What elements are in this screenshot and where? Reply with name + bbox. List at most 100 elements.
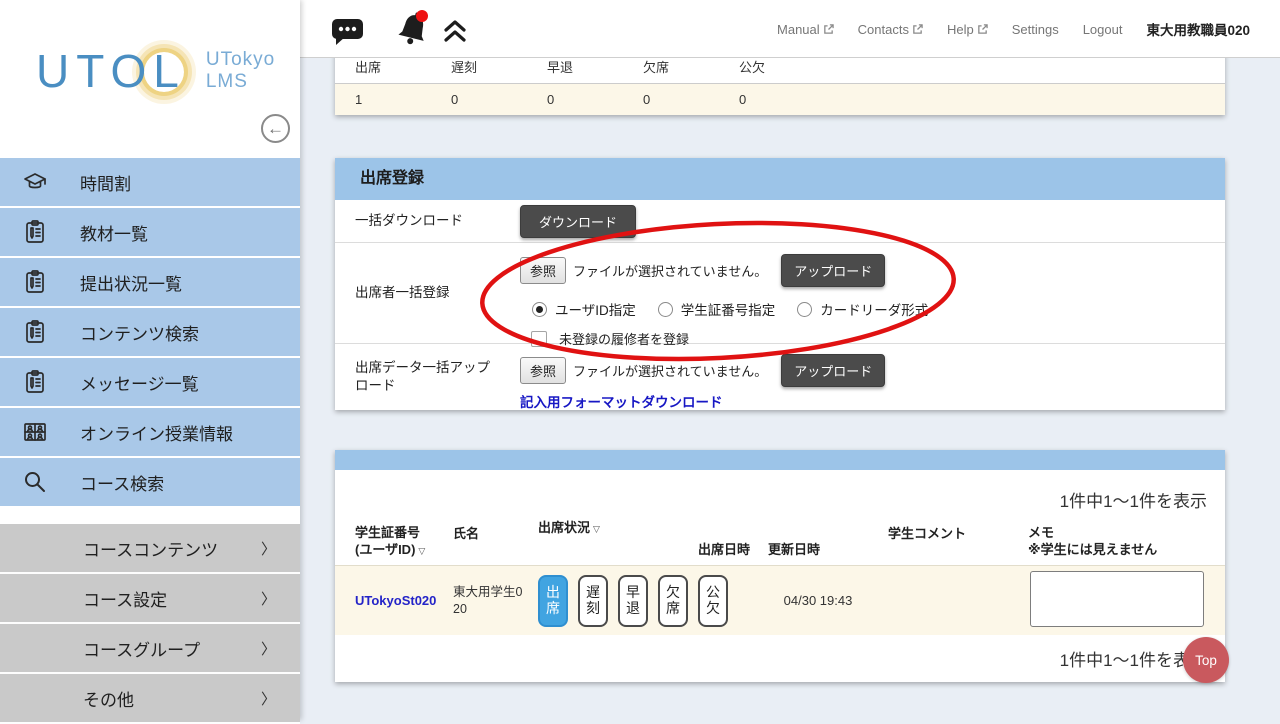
radio-label[interactable]: ユーザID指定 bbox=[555, 299, 636, 319]
clipboard-icon bbox=[26, 270, 44, 293]
main-content: 出席 遅刻 早退 欠席 公欠 1 0 0 0 0 出席登録 一括ダウンロード ダ… bbox=[300, 58, 1280, 720]
table-column-headers: 学生証番号 (ユーザID) ▽ 氏名 出席状況 ▽ 出席日時 更新日時 学生コメント… bbox=[335, 514, 1225, 565]
settings-link[interactable]: Settings bbox=[1012, 22, 1059, 37]
bulk-download-row: 一括ダウンロード ダウンロード bbox=[335, 200, 1225, 243]
radio-student-number[interactable] bbox=[657, 301, 673, 317]
sidebar-item-label: 教材一覧 bbox=[80, 224, 148, 244]
clipboard-icon bbox=[26, 220, 44, 243]
sidebar-item-course-settings[interactable]: コース設定 〉 bbox=[0, 574, 300, 624]
column-header-student-id[interactable]: 学生証番号 (ユーザID) ▽ bbox=[335, 514, 443, 565]
column-header-attended-at: 出席日時 bbox=[698, 542, 751, 558]
sidebar-item-others[interactable]: その他 〉 bbox=[0, 674, 300, 724]
utol-logo[interactable]: UTOL UTokyo LMS bbox=[36, 44, 275, 98]
sidebar-item-course-contents[interactable]: コースコンテンツ 〉 bbox=[0, 524, 300, 574]
summary-header: 遅刻 bbox=[451, 60, 478, 75]
search-icon bbox=[25, 472, 45, 492]
graduation-cap-icon bbox=[24, 173, 46, 189]
status-button-absent[interactable]: 欠席 bbox=[658, 574, 688, 627]
logo-subtitle: UTokyo LMS bbox=[205, 49, 276, 92]
memo-cell bbox=[1018, 571, 1225, 630]
sidebar-item-label: メッセージ一覧 bbox=[80, 374, 199, 394]
status-button-early-leave[interactable]: 早退 bbox=[618, 574, 648, 627]
sort-icon[interactable]: ▽ bbox=[418, 546, 425, 556]
sidebar-item-course-search[interactable]: コース検索 bbox=[0, 458, 300, 508]
radio-label[interactable]: カードリーダ形式 bbox=[820, 299, 928, 319]
logout-link[interactable]: Logout bbox=[1083, 22, 1123, 37]
collapse-up-icon[interactable] bbox=[441, 18, 469, 44]
sort-icon[interactable]: ▽ bbox=[593, 524, 600, 534]
radio-label[interactable]: 学生証番号指定 bbox=[681, 299, 776, 319]
chevron-right-icon: 〉 bbox=[260, 640, 276, 658]
table-header-bar bbox=[335, 450, 1225, 470]
status-button-present[interactable]: 出席 bbox=[538, 574, 568, 627]
sidebar-item-label: コース検索 bbox=[80, 474, 165, 494]
sidebar-item-timetable[interactable]: 時間割 bbox=[0, 158, 300, 208]
summary-value: 0 bbox=[547, 92, 555, 107]
summary-header: 出席 bbox=[355, 60, 382, 75]
attendance-data-upload-row: 出席データ一括アップロード 参照 ファイルが選択されていません。 アップロード … bbox=[335, 344, 1225, 410]
sidebar-divider bbox=[0, 508, 300, 524]
summary-value-row: 1 0 0 0 0 bbox=[335, 84, 1225, 115]
attendance-summary-table: 出席 遅刻 早退 欠席 公欠 1 0 0 0 0 bbox=[335, 58, 1225, 115]
attendance-register-panel: 出席登録 一括ダウンロード ダウンロード 出席者一括登録 参照 ファイルが選択さ… bbox=[335, 158, 1225, 410]
chat-icon[interactable] bbox=[330, 16, 366, 46]
attendee-bulk-register-row: 出席者一括登録 参照 ファイルが選択されていません。 アップロード ユーザID指… bbox=[335, 243, 1225, 347]
summary-value: 0 bbox=[451, 92, 459, 107]
current-user-name: 東大用教職員020 bbox=[1146, 23, 1250, 38]
no-file-selected-text: ファイルが選択されていません。 bbox=[573, 364, 768, 379]
contacts-link[interactable]: Contacts bbox=[858, 22, 923, 37]
topbar: Manual Contacts Help Settings Logout 東大用… bbox=[300, 0, 1280, 58]
chevron-right-icon: 〉 bbox=[260, 590, 276, 608]
notifications-bell-icon[interactable] bbox=[393, 8, 433, 50]
external-link-icon bbox=[977, 23, 988, 34]
format-download-link[interactable]: 記入用フォーマットダウンロード bbox=[520, 391, 723, 411]
memo-textarea[interactable] bbox=[1030, 571, 1204, 627]
sidebar-collapse-button[interactable]: ← bbox=[261, 114, 290, 143]
sidebar-item-content-search[interactable]: コンテンツ検索 bbox=[0, 308, 300, 358]
chevron-right-icon: 〉 bbox=[260, 690, 276, 708]
status-button-late[interactable]: 遅刻 bbox=[578, 574, 608, 627]
no-file-selected-text: ファイルが選択されていません。 bbox=[573, 264, 768, 279]
column-header-name: 氏名 bbox=[453, 525, 480, 541]
row-label: 一括ダウンロード bbox=[355, 212, 463, 228]
result-count-bottom: 1件中1〜1件を表示 bbox=[1059, 651, 1207, 670]
help-link[interactable]: Help bbox=[947, 22, 988, 37]
upload-button[interactable]: アップロード bbox=[781, 254, 886, 287]
download-button[interactable]: ダウンロード bbox=[520, 205, 636, 238]
student-id-link[interactable]: UTokyoSt020 bbox=[355, 593, 436, 608]
column-header-memo: メモ ※学生には見えません bbox=[1028, 524, 1158, 558]
sidebar-item-label: コースコンテンツ bbox=[83, 540, 219, 560]
sidebar-item-online-class[interactable]: オンライン授業情報 bbox=[0, 408, 300, 458]
attendance-list-table: 1件中1〜1件を表示 学生証番号 (ユーザID) ▽ 氏名 出席状況 ▽ 出席日時 … bbox=[335, 450, 1225, 682]
summary-value: 1 bbox=[355, 92, 363, 107]
sidebar-item-label: コース設定 bbox=[83, 590, 168, 610]
browse-file-button[interactable]: 参照 bbox=[520, 357, 567, 384]
student-name-cell: 東大用学生020 bbox=[453, 585, 523, 616]
topbar-links: Manual Contacts Help Settings Logout 東大用… bbox=[777, 0, 1280, 58]
sidebar-item-messages[interactable]: メッセージ一覧 bbox=[0, 358, 300, 408]
summary-header: 公欠 bbox=[739, 60, 766, 75]
upload-button[interactable]: アップロード bbox=[781, 354, 886, 387]
notification-dot bbox=[416, 10, 428, 22]
sidebar-item-label: その他 bbox=[83, 690, 134, 710]
scroll-to-top-button[interactable]: Top bbox=[1183, 637, 1229, 683]
column-header-updated-at: 更新日時 bbox=[768, 542, 821, 558]
sidebar-item-label: コンテンツ検索 bbox=[80, 324, 199, 344]
sidebar-item-label: コースグループ bbox=[83, 640, 201, 660]
sidebar-item-submissions[interactable]: 提出状況一覧 bbox=[0, 258, 300, 308]
student-id-cell: UTokyoSt020 bbox=[335, 593, 443, 608]
manual-link[interactable]: Manual bbox=[777, 22, 834, 37]
summary-header: 早退 bbox=[547, 60, 574, 75]
status-button-excused-absence[interactable]: 公欠 bbox=[698, 574, 728, 627]
logo-title: UTOL bbox=[36, 45, 186, 97]
radio-user-id[interactable] bbox=[532, 301, 547, 317]
external-link-icon bbox=[823, 23, 834, 34]
updated-at-cell: 04/30 19:43 bbox=[783, 593, 853, 608]
column-header-status[interactable]: 出席状況 ▽ bbox=[528, 514, 688, 565]
browse-file-button[interactable]: 参照 bbox=[520, 257, 567, 284]
sidebar-item-materials[interactable]: 教材一覧 bbox=[0, 208, 300, 258]
external-link-icon bbox=[913, 23, 923, 34]
sidebar-item-course-group[interactable]: コースグループ 〉 bbox=[0, 624, 300, 674]
radio-card-reader[interactable] bbox=[797, 301, 813, 317]
summary-header-row: 出席 遅刻 早退 欠席 公欠 bbox=[335, 58, 1225, 84]
